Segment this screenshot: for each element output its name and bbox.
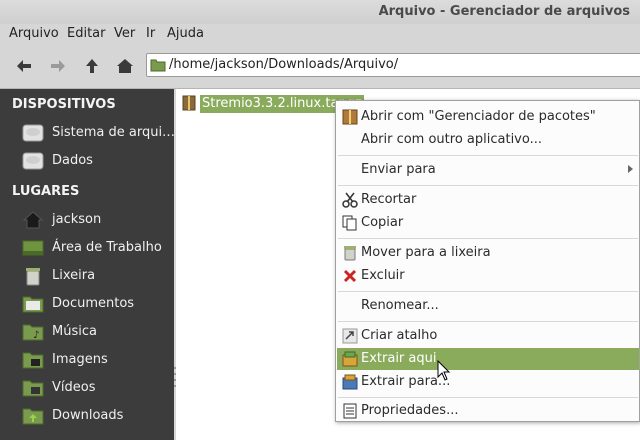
- sidebar-item-label: Sistema de arqui…: [52, 125, 176, 140]
- menu-item-label: Extrair aqui: [361, 351, 437, 366]
- menu-item-label: Propriedades...: [361, 403, 459, 418]
- menu-separator: [338, 238, 638, 239]
- scissors-icon: [342, 192, 358, 208]
- folder-icon: [150, 59, 166, 72]
- menu-arquivo[interactable]: Arquivo: [9, 26, 59, 41]
- menu-item-delete[interactable]: Excluir: [337, 265, 639, 287]
- location-path: /home/jackson/Downloads/Arquivo/: [169, 57, 399, 72]
- menu-bar: Arquivo Editar Ver Ir Ajuda: [0, 24, 640, 44]
- context-menu: Abrir com "Gerenciador de pacotes" Abrir…: [335, 100, 640, 422]
- menu-separator: [338, 291, 638, 292]
- folder-icon: [22, 296, 44, 313]
- menu-item-extract-to[interactable]: Extrair para...: [337, 371, 639, 393]
- menu-ajuda[interactable]: Ajuda: [167, 26, 204, 41]
- forward-arrow-icon: [51, 60, 65, 72]
- menu-item-move-to-trash[interactable]: Mover para a lixeira: [337, 242, 639, 264]
- sidebar-header-places: LUGARES: [12, 184, 80, 199]
- sidebar-header-devices: DISPOSITIVOS: [12, 97, 116, 112]
- menu-item-label: Criar atalho: [361, 328, 438, 343]
- menu-separator: [338, 185, 638, 186]
- mouse-cursor-icon: [437, 360, 451, 381]
- up-button[interactable]: [80, 54, 104, 78]
- menu-separator: [338, 397, 638, 398]
- back-button[interactable]: [12, 54, 36, 78]
- sidebar-item-label: jackson: [52, 212, 102, 227]
- sidebar-item-label: Vídeos: [52, 380, 96, 395]
- submenu-arrow-icon: [628, 165, 633, 173]
- menu-item-label: Enviar para: [361, 162, 436, 177]
- menu-item-extract-here[interactable]: Extrair aqui: [337, 348, 639, 370]
- sidebar-item-jackson[interactable]: jackson: [22, 208, 174, 232]
- back-arrow-icon: [17, 60, 31, 72]
- menu-item-label: Abrir com "Gerenciador de pacotes": [361, 109, 596, 124]
- archive-icon: [182, 95, 196, 111]
- menu-item-label: Mover para a lixeira: [361, 245, 491, 260]
- home-button[interactable]: [113, 54, 137, 78]
- music-folder-icon: ♪: [22, 324, 44, 341]
- desktop-icon: [22, 240, 44, 256]
- menu-item-label: Abrir com outro aplicativo...: [361, 132, 542, 147]
- trash-icon: [344, 246, 356, 261]
- menu-item-copy[interactable]: Copiar: [337, 212, 639, 234]
- menu-separator: [338, 321, 638, 322]
- toolbar: /home/jackson/Downloads/Arquivo/: [0, 44, 640, 89]
- sidebar-item-imagens[interactable]: Imagens: [22, 348, 174, 372]
- package-icon: [342, 109, 358, 125]
- menu-item-cut[interactable]: Recortar: [337, 189, 639, 211]
- menu-item-send-to[interactable]: Enviar para: [337, 159, 639, 181]
- drive-icon: [22, 152, 44, 170]
- menu-item-create-link[interactable]: Criar atalho: [337, 325, 639, 347]
- menu-item-label: Excluir: [361, 268, 405, 283]
- menu-item-rename[interactable]: Renomear...: [337, 295, 639, 317]
- menu-item-open-with-other[interactable]: Abrir com outro aplicativo...: [337, 129, 639, 151]
- sidebar-item-label: Lixeira: [52, 268, 96, 283]
- sidebar-item-label: Dados: [52, 153, 93, 168]
- menu-separator: [338, 155, 638, 156]
- menu-item-properties[interactable]: Propriedades...: [337, 400, 639, 422]
- sidebar-item-label: Música: [52, 324, 97, 339]
- menu-item-label: Renomear...: [361, 298, 439, 313]
- sidebar-item-filesystem[interactable]: Sistema de arqui…: [22, 121, 176, 145]
- home-icon: [117, 59, 133, 73]
- menu-item-label: Recortar: [361, 192, 417, 207]
- menu-item-open-with-package-manager[interactable]: Abrir com "Gerenciador de pacotes": [337, 106, 639, 128]
- sidebar-item-desktop[interactable]: Área de Trabalho: [22, 236, 174, 260]
- delete-icon: [343, 269, 357, 283]
- forward-button[interactable]: [46, 54, 70, 78]
- sidebar-item-videos[interactable]: Vídeos: [22, 376, 174, 400]
- title-bar[interactable]: Arquivo - Gerenciador de arquivos: [0, 0, 640, 24]
- videos-folder-icon: [22, 380, 44, 397]
- location-bar[interactable]: /home/jackson/Downloads/Arquivo/: [146, 53, 640, 77]
- link-icon: [342, 328, 358, 344]
- menu-item-label: Copiar: [361, 215, 404, 230]
- sidebar-item-dados[interactable]: Dados: [22, 149, 174, 173]
- downloads-folder-icon: [22, 408, 44, 425]
- sidebar-item-label: Downloads: [52, 408, 124, 423]
- sidebar-item-downloads[interactable]: Downloads: [22, 404, 174, 428]
- sidebar-item-musica[interactable]: ♪ Música: [22, 320, 174, 344]
- home-icon: [22, 211, 44, 229]
- sidebar-item-label: Imagens: [52, 352, 108, 367]
- copy-icon: [342, 215, 357, 231]
- properties-icon: [343, 403, 357, 419]
- sidebar: DISPOSITIVOS Sistema de arqui… Dados LUG…: [0, 89, 176, 440]
- sidebar-item-documentos[interactable]: Documentos: [22, 292, 174, 316]
- up-arrow-icon: [86, 59, 98, 73]
- drive-icon: [22, 124, 44, 142]
- menu-ir[interactable]: Ir: [146, 26, 155, 41]
- sidebar-item-trash[interactable]: Lixeira: [22, 264, 174, 288]
- menu-editar[interactable]: Editar: [67, 26, 106, 41]
- sidebar-item-label: Documentos: [52, 296, 135, 311]
- sidebar-item-label: Área de Trabalho: [52, 240, 162, 255]
- svg-text:♪: ♪: [33, 330, 39, 341]
- window-title: Arquivo - Gerenciador de arquivos: [378, 4, 630, 19]
- extract-icon: [342, 351, 358, 367]
- trash-icon: [26, 268, 40, 286]
- extract-to-icon: [342, 374, 358, 390]
- menu-ver[interactable]: Ver: [114, 26, 135, 41]
- pictures-folder-icon: [22, 352, 44, 369]
